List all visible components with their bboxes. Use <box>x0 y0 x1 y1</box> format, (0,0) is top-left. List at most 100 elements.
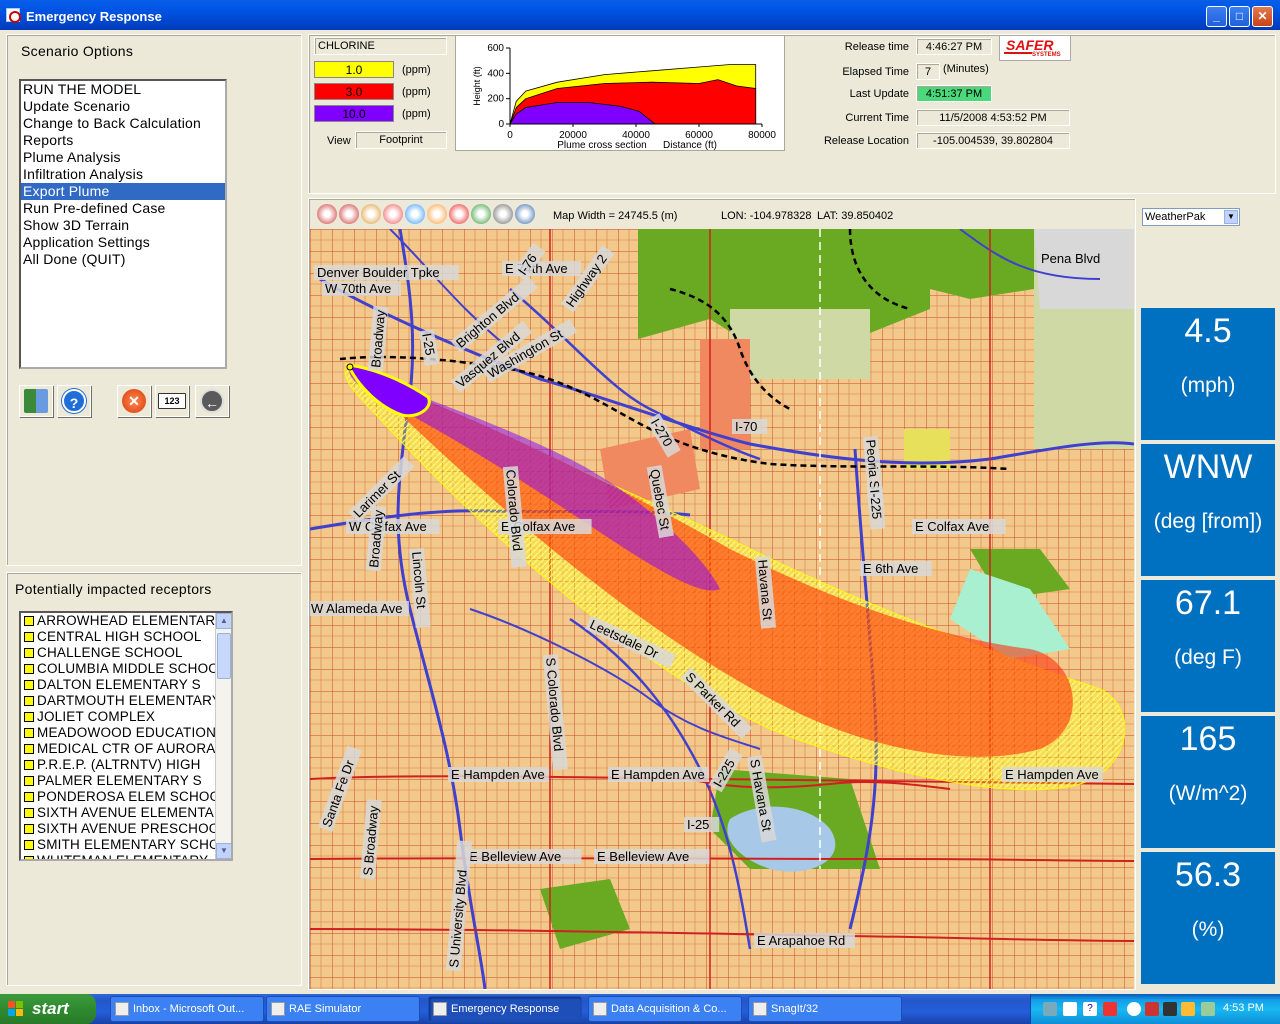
scroll-down-icon[interactable]: ▼ <box>216 843 231 859</box>
receptor-name: COLUMBIA MIDDLE SCHOOL <box>37 661 217 676</box>
concentration-unit: (ppm) <box>402 86 431 98</box>
calculator-button[interactable]: 123 <box>155 385 189 417</box>
receptor-item[interactable]: PONDEROSA ELEM SCHOOL <box>21 789 217 805</box>
maximize-icon[interactable]: □ <box>1229 6 1250 27</box>
receptor-item[interactable]: COLUMBIA MIDDLE SCHOOL <box>21 661 217 677</box>
layer-color-icon[interactable] <box>471 204 491 224</box>
taskbar-task[interactable]: RAE Simulator <box>266 996 420 1022</box>
receptor-item[interactable]: P.R.E.P. (ALTRNTV) HIGH <box>21 757 217 773</box>
taskbar-task[interactable]: SnagIt/32 <box>748 996 902 1022</box>
plume-chart-svg: 60040020000 20000 40000 60000 80000Height (f… <box>472 43 776 151</box>
receptor-item[interactable]: DARTMOUTH ELEMENTARY <box>21 693 217 709</box>
receptor-marker-icon <box>24 824 34 834</box>
stop-button[interactable]: ✕ <box>117 385 151 417</box>
receptors-scrollbar[interactable]: ▲ ▼ <box>215 613 231 859</box>
scenario-option[interactable]: Show 3D Terrain <box>21 217 225 234</box>
tray-app-icon[interactable] <box>1145 1002 1159 1016</box>
title-bar[interactable]: Emergency Response _ □ ✕ <box>0 0 1280 30</box>
scenario-option[interactable]: Update Scenario <box>21 98 225 115</box>
receptor-item[interactable]: SMITH ELEMENTARY SCHOOL <box>21 837 217 853</box>
start-button[interactable]: start <box>0 994 96 1024</box>
info-icon[interactable] <box>405 204 425 224</box>
scenario-option[interactable]: All Done (QUIT) <box>21 251 225 268</box>
concentration-swatch[interactable]: 1.0 <box>314 61 394 78</box>
pan-hand-icon[interactable] <box>361 204 381 224</box>
tray-speaker-icon[interactable] <box>1201 1002 1215 1016</box>
scroll-thumb[interactable] <box>217 633 231 679</box>
street-name: E Arapahoe Rd <box>757 933 845 948</box>
zoom-extent-icon[interactable] <box>383 204 403 224</box>
tray-help-icon[interactable]: ? <box>1083 1002 1097 1016</box>
y-tick-label: 400 <box>487 68 504 79</box>
help-button[interactable]: ? <box>57 385 91 417</box>
zoom-out-icon[interactable] <box>339 204 359 224</box>
view-select[interactable]: Footprint <box>355 131 447 149</box>
select-icon[interactable] <box>493 204 513 224</box>
zoom-in-icon[interactable] <box>317 204 337 224</box>
receptor-marker-icon <box>24 632 34 642</box>
taskbar-task[interactable]: Inbox - Microsoft Out... <box>110 996 264 1022</box>
scenario-heading: Scenario Options <box>21 43 134 59</box>
tray-expand-icon[interactable] <box>1127 1002 1141 1016</box>
receptor-item[interactable]: WHITEMAN ELEMENTARY <box>21 853 217 859</box>
street-label: W Alameda Ave <box>310 601 409 616</box>
scenario-option[interactable]: RUN THE MODEL <box>21 81 225 98</box>
scroll-up-icon[interactable]: ▲ <box>216 613 231 629</box>
y-tick-label: 0 <box>498 119 504 130</box>
concentration-swatch[interactable]: 3.0 <box>314 83 394 100</box>
weather-readout: 56.3 (%) <box>1141 852 1275 984</box>
close-icon[interactable]: ✕ <box>1252 6 1273 27</box>
scenario-option[interactable]: Export Plume <box>21 183 225 200</box>
concentration-swatch[interactable]: 10.0 <box>314 105 394 122</box>
receptor-item[interactable]: DALTON ELEMENTARY S <box>21 677 217 693</box>
layers-icon[interactable] <box>427 204 447 224</box>
scenario-option[interactable]: Run Pre-defined Case <box>21 200 225 217</box>
minimize-icon[interactable]: _ <box>1206 6 1227 27</box>
receptor-name: DALTON ELEMENTARY S <box>37 677 201 692</box>
scenario-options-list[interactable]: RUN THE MODEL Update Scenario Change to Ba… <box>19 79 227 369</box>
receptor-name: DARTMOUTH ELEMENTARY <box>37 693 217 708</box>
map-lon-text: LON: -104.978328 <box>721 210 812 222</box>
taskbar-task[interactable]: Data Acquisition & Co... <box>588 996 742 1022</box>
tray-camera-icon[interactable] <box>1163 1002 1177 1016</box>
elapsed-time-label: Elapsed Time <box>842 66 909 78</box>
map-view[interactable]: Denver Boulder Tpke E 74th Ave W 70th Ave H… <box>310 229 1134 989</box>
map-canvas[interactable]: Denver Boulder Tpke E 74th AveW 70th Ave H… <box>310 229 1134 989</box>
receptor-item[interactable]: CENTRAL HIGH SCHOOL <box>21 629 217 645</box>
receptor-item[interactable]: MEADOWOOD EDUCATION <box>21 725 217 741</box>
current-time-value: 11/5/2008 4:53:52 PM <box>916 109 1070 126</box>
receptor-item[interactable]: MEDICAL CTR OF AURORA <box>21 741 217 757</box>
scenario-option[interactable]: Plume Analysis <box>21 149 225 166</box>
scenario-option[interactable]: Infiltration Analysis <box>21 166 225 183</box>
safer-systems-logo: SAFER SYSTEMS <box>999 35 1071 61</box>
tray-tool-icon[interactable] <box>1043 1002 1057 1016</box>
receptor-item[interactable]: CHALLENGE SCHOOL <box>21 645 217 661</box>
receptors-list[interactable]: ARROWHEAD ELEMENTARY CENTRAL HIGH SCHOOL C… <box>19 611 233 861</box>
receptor-marker-icon <box>24 616 34 626</box>
receptor-item[interactable]: PALMER ELEMENTARY S <box>21 773 217 789</box>
receptor-item[interactable]: JOLIET COMPLEX <box>21 709 217 725</box>
scenario-option[interactable]: Application Settings <box>21 234 225 251</box>
chevron-down-icon[interactable]: ▼ <box>1224 210 1238 224</box>
red-tool-icon[interactable] <box>449 204 469 224</box>
scenario-option[interactable]: Reports <box>21 132 225 149</box>
street-label: Denver Boulder Tpke <box>314 265 459 280</box>
globe-icon[interactable] <box>515 204 535 224</box>
tray-security-icon[interactable] <box>1103 1002 1117 1016</box>
book-button[interactable] <box>19 385 53 417</box>
release-time-value: 4:46:27 PM <box>916 38 992 55</box>
tray-network-icon[interactable] <box>1063 1002 1077 1016</box>
calculator-icon: 123 <box>158 393 186 409</box>
street-name: E 6th Ave <box>863 561 918 576</box>
receptor-item[interactable]: SIXTH AVENUE ELEMENTARY <box>21 805 217 821</box>
weather-source-select[interactable]: WeatherPak ▼ <box>1142 208 1240 226</box>
receptor-name: CENTRAL HIGH SCHOOL <box>37 629 202 644</box>
scenario-option[interactable]: Change to Back Calculation <box>21 115 225 132</box>
tray-display-icon[interactable] <box>1181 1002 1195 1016</box>
taskbar-task[interactable]: Emergency Response <box>428 996 582 1022</box>
window-title: Emergency Response <box>26 9 162 24</box>
receptor-item[interactable]: ARROWHEAD ELEMENTARY <box>21 613 217 629</box>
stop-icon: ✕ <box>122 389 146 413</box>
receptor-item[interactable]: SIXTH AVENUE PRESCHOOL <box>21 821 217 837</box>
back-button[interactable]: ← <box>195 385 229 417</box>
